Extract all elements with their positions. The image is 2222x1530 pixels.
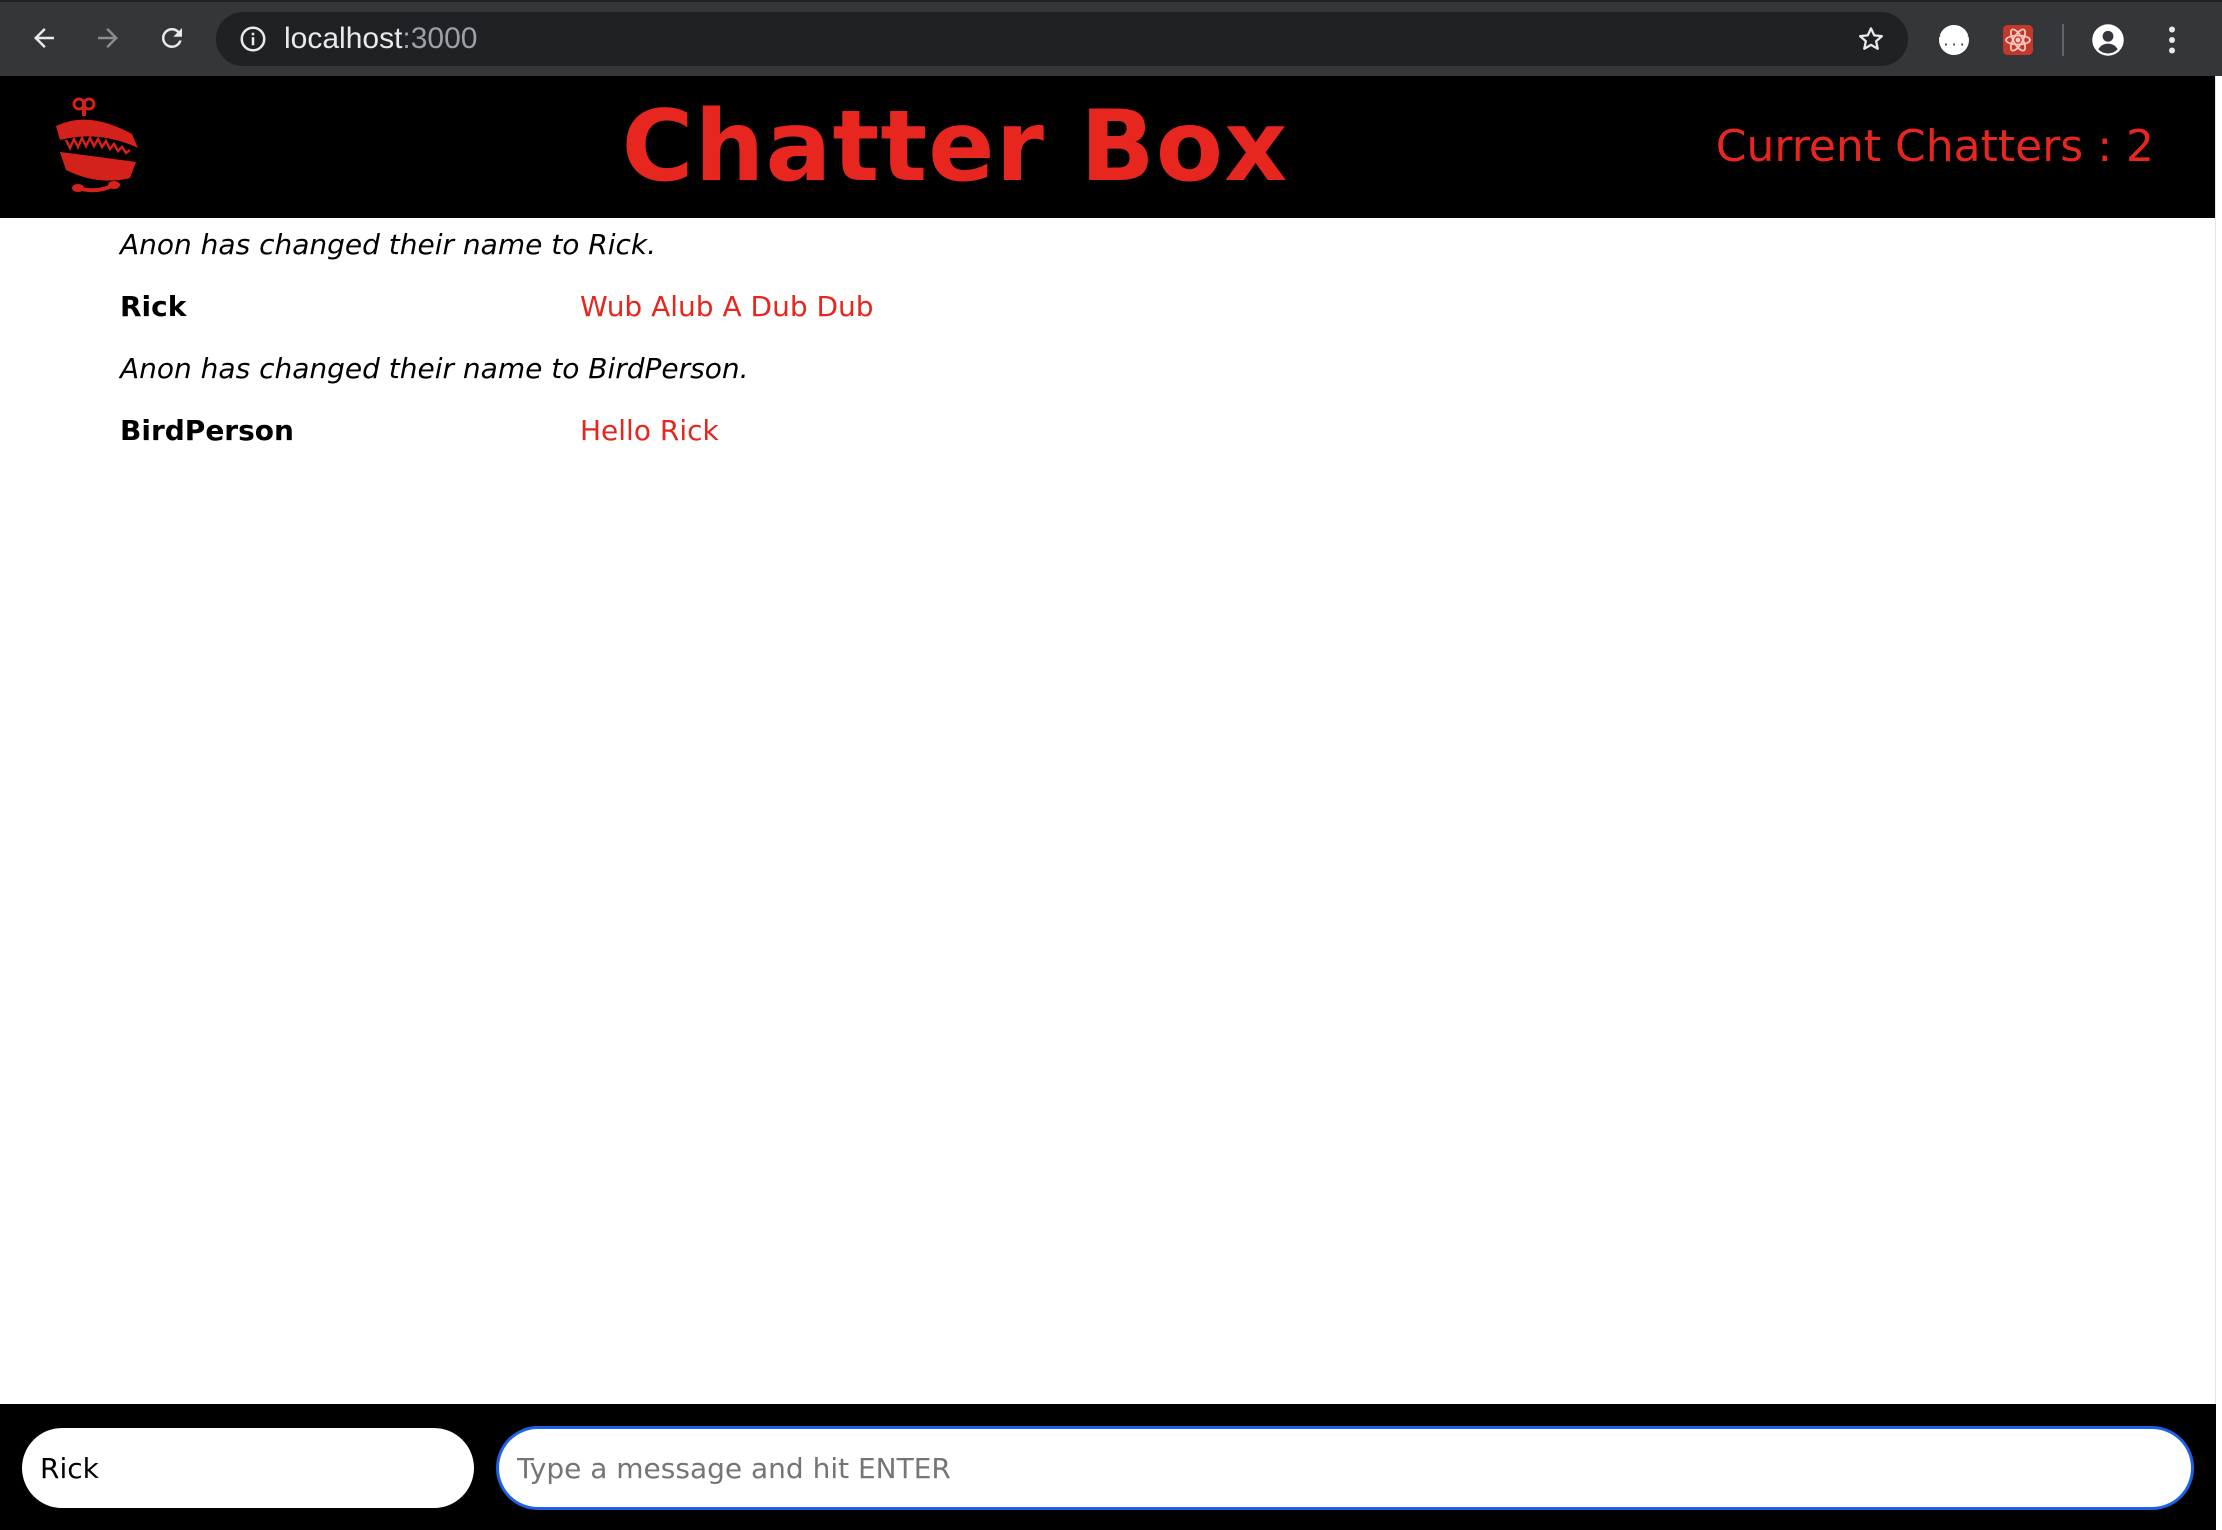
app-title: Chatter Box	[621, 90, 1289, 204]
arrow-left-icon	[34, 28, 54, 48]
account-icon[interactable]	[2090, 22, 2126, 58]
svg-text:{...}: {...}	[1936, 33, 1972, 49]
url-text: localhost:3000	[284, 12, 477, 66]
forward-button[interactable]	[88, 18, 128, 58]
app-header: Chatter Box Current Chatters : 2	[0, 76, 2216, 218]
message-text: Hello Rick	[580, 414, 719, 447]
toolbar-divider	[2062, 24, 2064, 56]
reload-button[interactable]	[152, 18, 192, 58]
system-message: Anon has changed their name to BirdPerso…	[120, 352, 749, 385]
url-host: localhost	[284, 22, 403, 55]
url-port: :3000	[402, 22, 478, 55]
input-bar	[0, 1404, 2216, 1530]
message-username: Rick	[120, 290, 187, 323]
arrow-right-icon	[98, 28, 118, 48]
chatter-count: Current Chatters : 2	[1715, 121, 2154, 172]
kebab-menu-icon[interactable]	[2154, 22, 2190, 58]
message-text: Wub Alub A Dub Dub	[580, 290, 874, 323]
message-list: Anon has changed their name to Rick. Ric…	[0, 218, 2216, 1404]
address-bar[interactable]: localhost:3000	[216, 12, 1908, 66]
message-username: BirdPerson	[120, 414, 294, 447]
reload-icon	[161, 27, 182, 48]
browser-toolbar: localhost:3000 {...}	[0, 0, 2222, 76]
username-input[interactable]	[22, 1428, 474, 1508]
react-devtools-icon[interactable]	[2000, 22, 2036, 58]
info-icon[interactable]	[238, 24, 268, 54]
back-button[interactable]	[24, 18, 64, 58]
star-icon[interactable]	[1856, 24, 1886, 54]
system-message: Anon has changed their name to Rick.	[120, 228, 656, 261]
json-viewer-icon[interactable]: {...}	[1936, 22, 1972, 58]
page-scrollbar[interactable]	[2215, 76, 2222, 1530]
message-input[interactable]	[496, 1426, 2194, 1510]
